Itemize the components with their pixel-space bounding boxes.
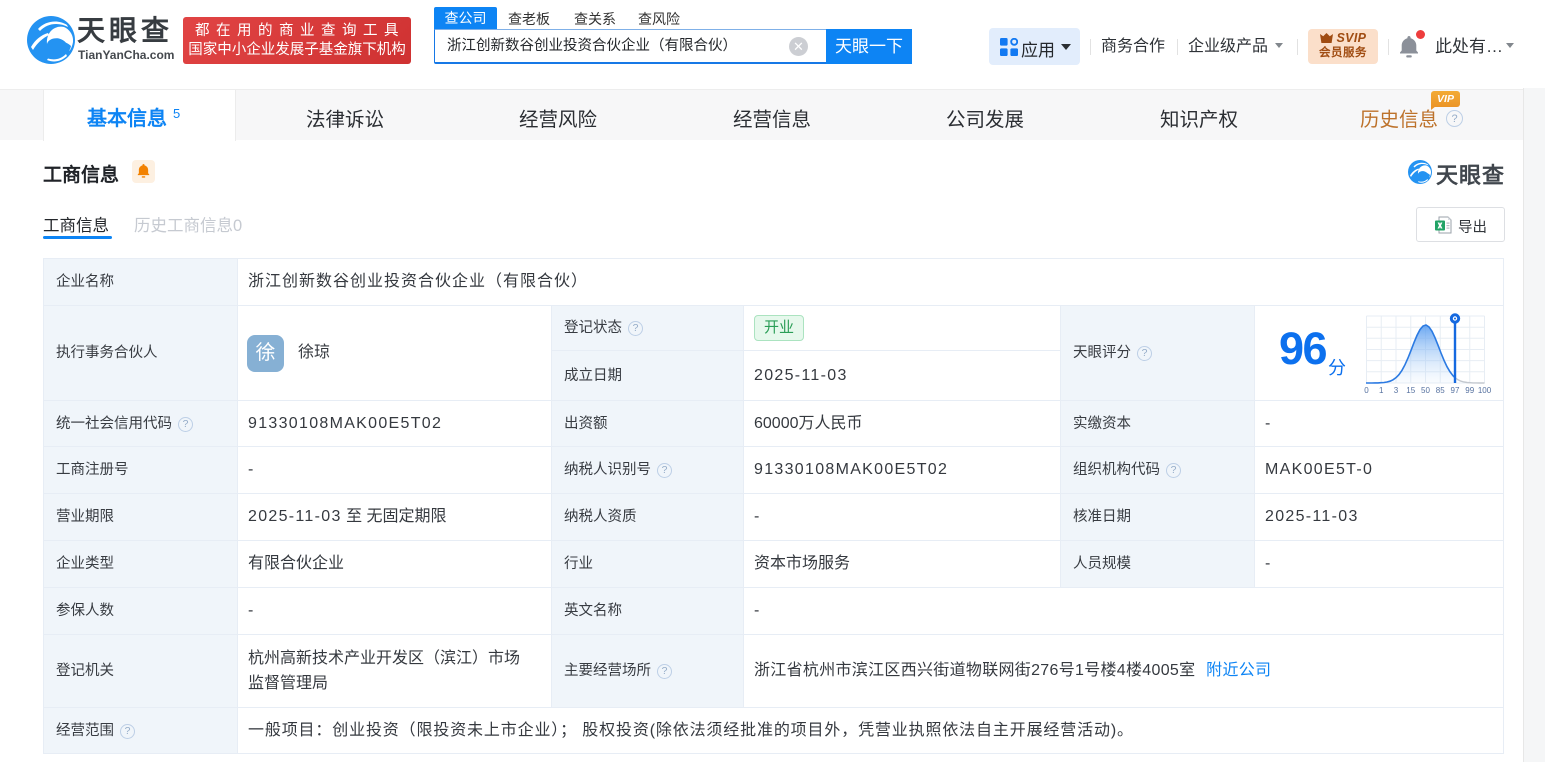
svg-text:85: 85 <box>1436 386 1445 395</box>
svg-text:0: 0 <box>1364 386 1369 395</box>
svg-text:3: 3 <box>1394 386 1399 395</box>
svg-text:1: 1 <box>1379 386 1384 395</box>
svg-text:50: 50 <box>1421 386 1430 395</box>
svg-text:100: 100 <box>1478 386 1492 395</box>
svg-text:15: 15 <box>1406 386 1415 395</box>
svg-text:97: 97 <box>1451 386 1460 395</box>
svg-text:99: 99 <box>1465 386 1474 395</box>
